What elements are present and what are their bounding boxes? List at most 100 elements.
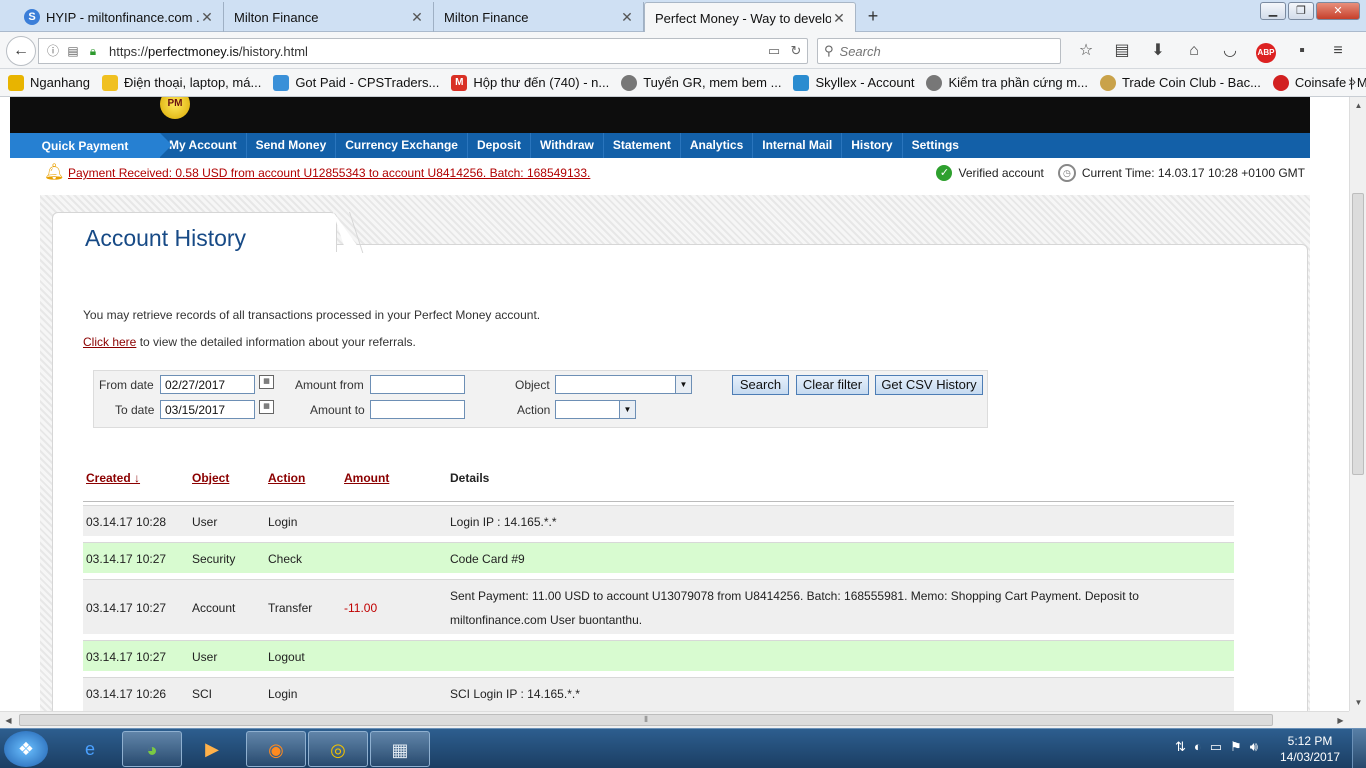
home-icon[interactable]: ⌂ [1176,38,1212,64]
nav-send-money[interactable]: Send Money [247,133,337,158]
nav-my-account[interactable]: My Account [160,133,247,158]
horizontal-scrollbar[interactable]: ◀ ⦀ ▶ [0,711,1349,728]
calendar-icon[interactable]: ▦ [259,400,274,414]
extension-icon[interactable]: ▪ [1284,38,1320,64]
close-window-button[interactable]: ✕ [1316,2,1360,20]
show-desktop-button[interactable] [1352,729,1366,768]
scrollbar-thumb[interactable] [1352,193,1364,475]
downloads-icon[interactable]: ⬇ [1140,38,1176,64]
nav-history[interactable]: History [842,133,903,158]
notification-link[interactable]: Payment Received: 0.58 USD from account … [68,166,590,180]
browser-tab-milton-2[interactable]: Milton Finance ✕ [434,2,644,32]
pocket-icon[interactable]: ◡ [1212,38,1248,64]
back-button[interactable]: ← [6,36,36,66]
reload-icon[interactable]: ↻ [785,43,807,59]
scroll-down-icon[interactable]: ▼ [1350,694,1366,711]
minimize-button[interactable]: ▁ [1260,2,1286,20]
action-select[interactable]: ▼ [555,400,636,419]
display-icon[interactable]: ▭ [1210,739,1222,755]
nav-settings[interactable]: Settings [903,133,968,158]
cell-object: User [192,650,218,664]
column-header-created[interactable]: Created ↓ [86,471,140,485]
amount-to-input[interactable] [370,400,465,419]
from-date-label: From date [99,378,154,392]
column-header-action[interactable]: Action [268,471,305,485]
volume-icon[interactable]: 🔊︎ [1250,739,1258,755]
to-date-input[interactable] [160,400,255,419]
quick-payment-button[interactable]: Quick Payment [10,133,172,158]
bookmark-item[interactable]: Nganhang [8,74,90,91]
reader-view-icon[interactable]: ▭ [763,43,785,59]
app-tray-icon[interactable]: ◐ [1194,739,1202,755]
permissions-icon[interactable]: ▤ [65,43,81,59]
current-time: Current Time: 14.03.17 10:28 +0100 GMT [1081,166,1305,180]
bookmark-item[interactable]: Kiểm tra phần cứng m... [926,74,1088,91]
column-header-amount[interactable]: Amount [344,471,389,485]
browser-tab-perfect-money[interactable]: Perfect Money - Way to develo... ✕ [644,2,856,33]
cell-object: Account [192,601,236,615]
amount-from-input[interactable] [370,375,465,394]
close-tab-icon[interactable]: ✕ [409,9,425,26]
internet-explorer-icon[interactable]: e [60,731,120,767]
more-bookmarks-icon[interactable]: » [1348,73,1356,89]
csv-history-button[interactable]: Get CSV History [875,375,983,395]
lock-icon[interactable]: 🔒︎ [85,43,101,59]
restore-button[interactable]: ❐ [1288,2,1314,20]
nav-deposit[interactable]: Deposit [468,133,531,158]
bookmark-item[interactable]: M Hộp thư đến (740) - n... [451,74,609,91]
bookmark-item[interactable]: Trade Coin Club - Bac... [1099,74,1261,91]
nav-internal-mail[interactable]: Internal Mail [753,133,843,158]
clear-filter-button[interactable]: Clear filter [796,375,869,395]
close-tab-icon[interactable]: ✕ [199,9,215,26]
coc-coc-browser-icon[interactable]: ◕ [122,731,182,767]
chrome-icon[interactable]: ◎ [308,731,368,767]
bookmark-item[interactable]: Skyllex - Account [793,74,914,91]
perfect-money-logo[interactable]: PM [160,97,190,119]
new-tab-button[interactable]: + [862,4,884,28]
search-box[interactable]: ⚲ [817,38,1061,64]
scroll-right-icon[interactable]: ▶ [1332,712,1349,729]
bookmark-item[interactable]: Got Paid - CPSTraders... [273,74,439,91]
search-button[interactable]: Search [732,375,789,395]
verified-check-icon: ✓ [936,165,953,181]
nav-currency-exchange[interactable]: Currency Exchange [336,133,468,158]
browser-tab-milton-1[interactable]: Milton Finance ✕ [224,2,434,32]
tab-title: Perfect Money - Way to develo... [655,10,831,26]
url-text[interactable]: https://perfectmoney.is/history.html [109,44,763,59]
calculator-icon[interactable]: ▦ [370,731,430,767]
bookmark-item[interactable]: Điện thoại, laptop, má... [102,74,261,91]
address-bar[interactable]: ⓘ ▤ 🔒︎ https://perfectmoney.is/history.h… [38,38,808,64]
close-tab-icon[interactable]: ✕ [619,9,635,26]
menu-icon[interactable]: ≡ [1320,38,1356,64]
info-icon[interactable]: ⓘ [45,43,61,59]
flag-icon[interactable]: ⚑ [1230,739,1242,755]
network-status-icon[interactable]: ⇅ [1175,739,1186,755]
calendar-icon[interactable]: ▦ [259,375,274,389]
from-date-input[interactable] [160,375,255,394]
bookmark-item[interactable]: Tuyển GR, mem bem ... [621,74,781,91]
search-input[interactable] [839,43,1040,59]
nav-withdraw[interactable]: Withdraw [531,133,604,158]
firefox-icon[interactable]: ◉ [246,731,306,767]
browser-tab-hyip[interactable]: S HYIP - miltonfinance.com ... ✕ [14,2,224,32]
start-button[interactable]: ❖ [4,731,48,767]
globe-icon [621,74,638,91]
referral-link[interactable]: Click here [83,335,136,349]
vertical-scrollbar[interactable]: ▲ ▼ [1349,97,1366,711]
filter-form: From date ▦ To date ▦ Amount from Amount… [93,370,988,428]
cell-created: 03.14.17 10:27 [86,650,167,664]
scroll-left-icon[interactable]: ◀ [0,712,17,729]
page-viewport: PM Quick Payment My Account Send Money C… [0,97,1349,711]
adblock-icon[interactable]: ABP [1248,38,1284,64]
reading-list-icon[interactable]: ▤ [1104,38,1140,64]
media-player-icon[interactable]: ▶ [182,731,242,767]
column-header-object[interactable]: Object [192,471,229,485]
bookmark-star-icon[interactable]: ☆ [1068,38,1104,64]
nav-analytics[interactable]: Analytics [681,133,754,158]
taskbar-clock[interactable]: 5:12 PM 14/03/2017 [1278,733,1342,765]
scroll-up-icon[interactable]: ▲ [1350,97,1366,114]
nav-statement[interactable]: Statement [604,133,681,158]
object-select[interactable]: ▼ [555,375,692,394]
close-tab-icon[interactable]: ✕ [831,10,847,27]
scrollbar-thumb[interactable]: ⦀ [19,714,1273,726]
